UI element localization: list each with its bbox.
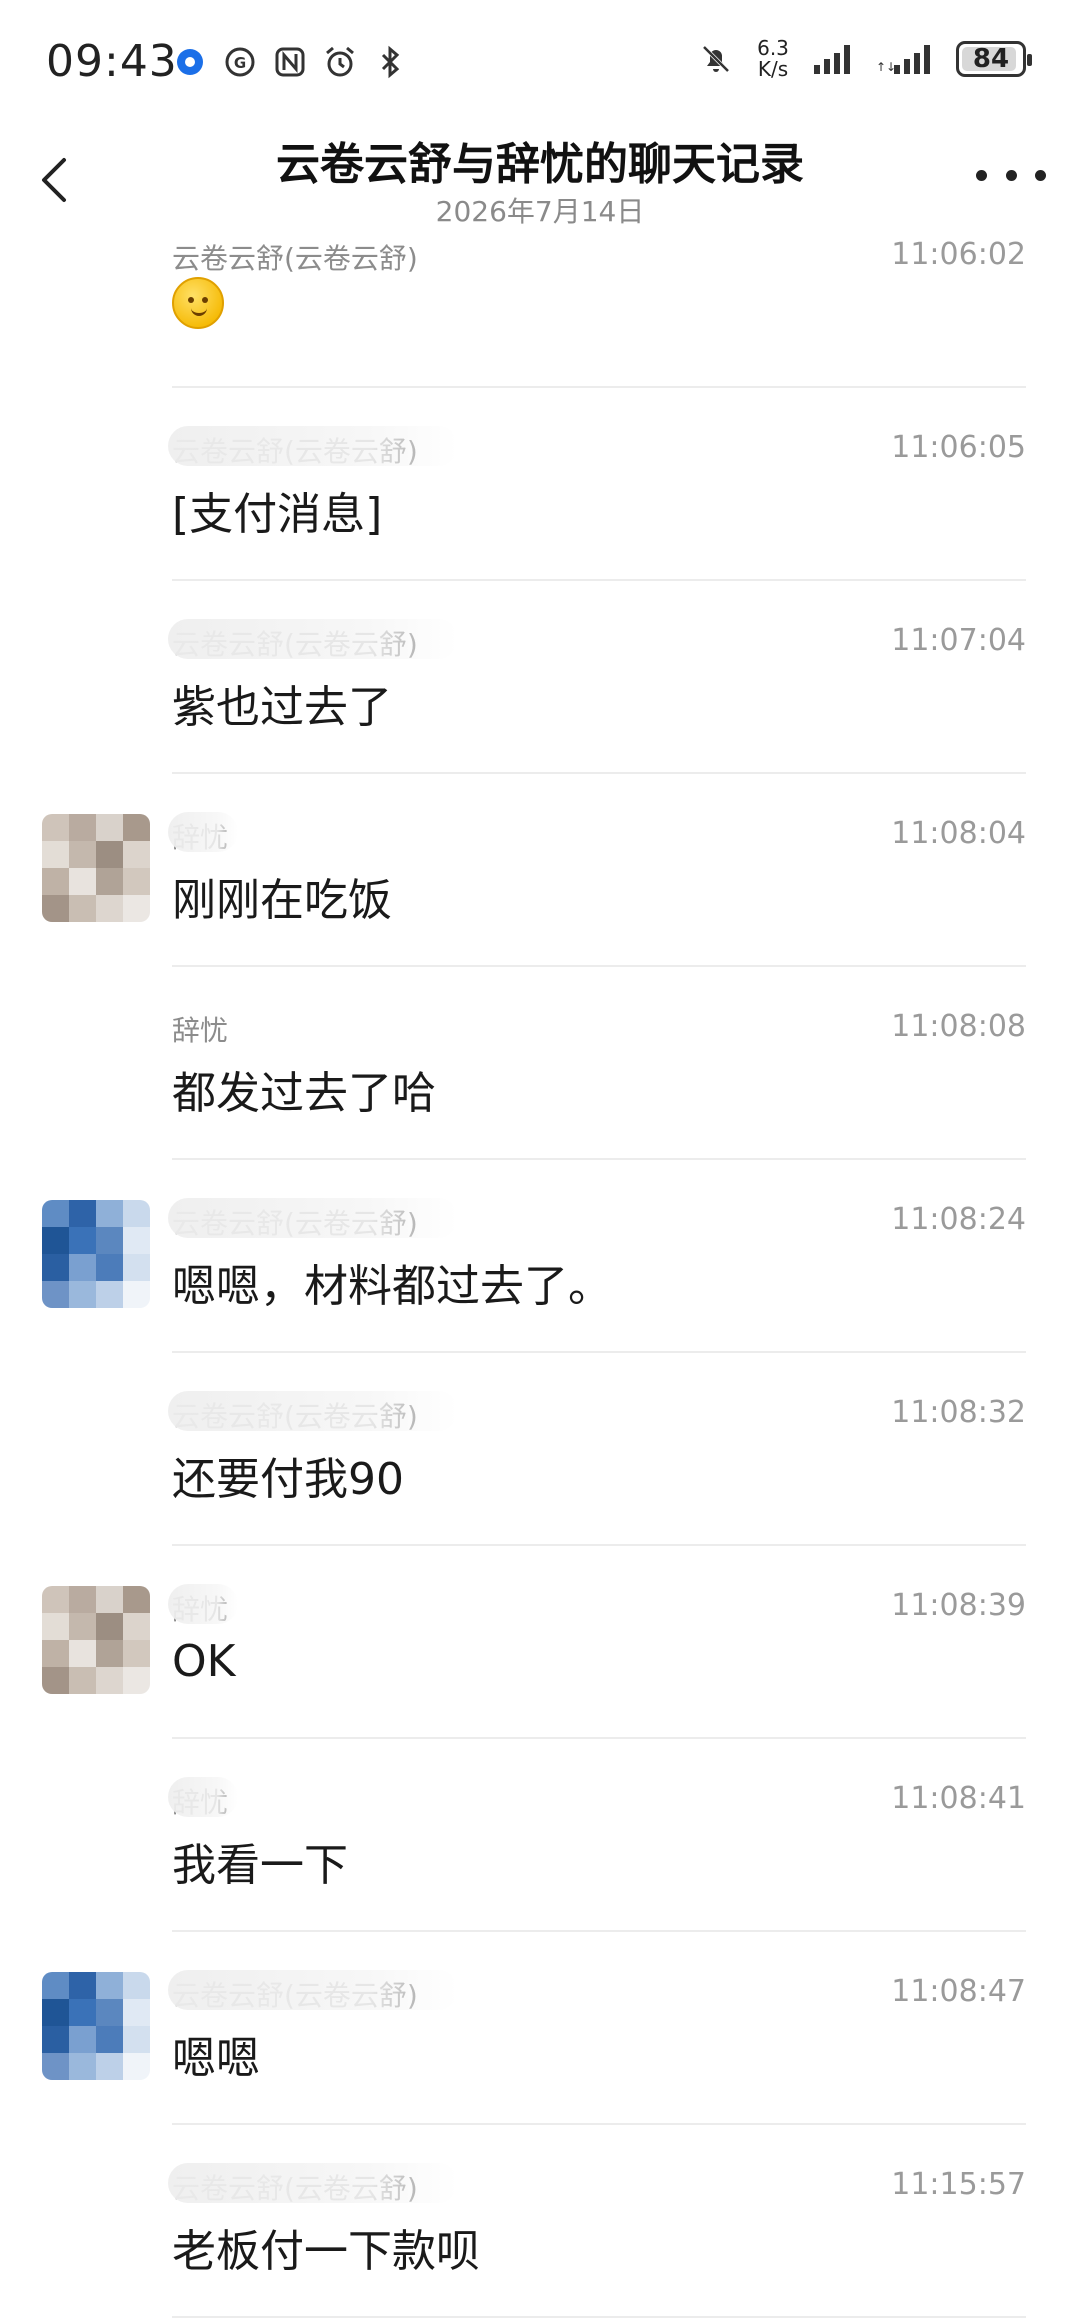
message-time: 11:08:41 <box>891 1781 1026 1816</box>
message-time: 11:08:39 <box>891 1588 1026 1623</box>
signal-icon <box>814 45 850 74</box>
message-text: 老板付一下款呗 <box>172 2226 480 2277</box>
message-text: 紫也过去了 <box>172 682 392 733</box>
message-text: 嗯嗯 <box>172 2033 260 2084</box>
sender-name-mosaic <box>168 426 458 466</box>
network-speed-value: 6.3 <box>757 36 789 60</box>
message-time: 11:08:04 <box>891 816 1026 851</box>
message-body: 云卷云舒(云卷云舒)11:08:47嗯嗯 <box>168 1932 1026 2125</box>
sender-avatar[interactable] <box>42 1586 150 1694</box>
message-sender: 辞忧 <box>172 1014 229 1047</box>
message-item[interactable]: 云卷云舒(云卷云舒)11:07:04紫也过去了 <box>0 581 1080 774</box>
message-body: 辞忧11:08:41我看一下 <box>168 1739 1026 1932</box>
message-time: 11:06:05 <box>891 430 1026 465</box>
message-time: 11:08:47 <box>891 1974 1026 2009</box>
sender-name-mosaic <box>168 812 238 852</box>
message-body: 云卷云舒(云卷云舒) 11:06:02 <box>172 235 1026 388</box>
chat-history-header: 云卷云舒与辞忧的聊天记录 2026年7月14日 <box>0 120 1080 235</box>
message-body: 云卷云舒(云卷云舒)11:08:32还要付我90 <box>168 1353 1026 1546</box>
network-speed-unit: K/s <box>757 57 789 81</box>
nfc-icon <box>275 47 305 77</box>
status-time: 09:43 <box>46 36 178 87</box>
message-body: 辞忧 11:08:08 都发过去了哈 <box>172 967 1026 1160</box>
message-time: 11:15:57 <box>891 2167 1026 2202</box>
message-text: OK <box>172 1636 236 1687</box>
message-time: 11:07:04 <box>891 623 1026 658</box>
mute-icon <box>702 45 730 73</box>
message-text: 还要付我90 <box>172 1454 404 1505</box>
message-text: 都发过去了哈 <box>172 1068 436 1119</box>
message-body: 云卷云舒(云卷云舒)11:08:24嗯嗯，材料都过去了。 <box>168 1160 1026 1353</box>
message-text: 我看一下 <box>172 1840 348 1891</box>
message-text: [支付消息] <box>172 489 383 540</box>
alarm-icon <box>326 46 354 77</box>
message-item[interactable]: 云卷云舒(云卷云舒)11:08:47嗯嗯 <box>0 1932 1080 2125</box>
more-options-icon[interactable] <box>976 160 1046 190</box>
network-speed: 6.3 K/s <box>752 38 794 80</box>
page-title: 云卷云舒与辞忧的聊天记录 <box>276 139 804 190</box>
status-bar: 09:43 G 6.3 K/s ↑↓ 84 <box>0 0 1080 120</box>
message-item[interactable]: 云卷云舒(云卷云舒)11:08:24嗯嗯，材料都过去了。 <box>0 1160 1080 1353</box>
message-body: 云卷云舒(云卷云舒)11:06:05[支付消息] <box>168 388 1026 581</box>
message-body: 辞忧11:08:04刚刚在吃饭 <box>168 774 1026 967</box>
message-time: 11:08:24 <box>891 1202 1026 1237</box>
svg-text:G: G <box>234 54 246 72</box>
message-time: 11:06:02 <box>891 237 1026 272</box>
status-icons-left: G <box>172 44 408 80</box>
message-item[interactable]: 辞忧11:08:04刚刚在吃饭 <box>0 774 1080 967</box>
data-saver-icon: G <box>225 47 255 77</box>
message-sender: 云卷云舒(云卷云舒) <box>172 242 418 275</box>
location-icon <box>177 49 203 75</box>
message-item[interactable]: 云卷云舒(云卷云舒) 11:06:02 <box>0 235 1080 388</box>
svg-text:↑↓: ↑↓ <box>876 60 896 74</box>
sender-avatar[interactable] <box>42 814 150 922</box>
sender-avatar[interactable] <box>42 1972 150 2080</box>
message-item[interactable]: 辞忧11:08:39OK <box>0 1546 1080 1739</box>
sender-name-mosaic <box>168 2163 458 2203</box>
message-item[interactable]: 云卷云舒(云卷云舒)11:08:32还要付我90 <box>0 1353 1080 1546</box>
message-item[interactable]: 辞忧 11:08:08 都发过去了哈 <box>0 967 1080 1160</box>
message-time: 11:08:08 <box>891 1009 1026 1044</box>
sender-name-mosaic <box>168 1391 458 1431</box>
message-text: 嗯嗯，材料都过去了。 <box>172 1261 612 1312</box>
sender-name-mosaic <box>168 1777 238 1817</box>
battery-indicator: 84 <box>956 41 1032 77</box>
battery-level: 84 <box>972 44 1010 74</box>
message-body: 辞忧11:08:39OK <box>168 1546 1026 1739</box>
sender-name-mosaic <box>168 1198 458 1238</box>
sender-avatar[interactable] <box>42 1200 150 1308</box>
status-icons-right: 6.3 K/s ↑↓ 84 <box>698 38 1032 80</box>
smile-emoji-icon <box>172 277 224 329</box>
bluetooth-icon <box>381 45 400 79</box>
message-item[interactable]: 云卷云舒(云卷云舒)11:06:05[支付消息] <box>0 388 1080 581</box>
sender-name-mosaic <box>168 619 458 659</box>
message-time: 11:08:32 <box>891 1395 1026 1430</box>
message-body: 云卷云舒(云卷云舒)11:15:57老板付一下款呗 <box>168 2125 1026 2318</box>
sender-name-mosaic <box>168 1584 238 1624</box>
sender-name-mosaic <box>168 1970 458 2010</box>
message-body: 云卷云舒(云卷云舒)11:07:04紫也过去了 <box>168 581 1026 774</box>
message-item[interactable]: 云卷云舒(云卷云舒)11:15:57老板付一下款呗 <box>0 2125 1080 2318</box>
message-text: 刚刚在吃饭 <box>172 875 392 926</box>
message-list[interactable]: 云卷云舒(云卷云舒) 11:06:02云卷云舒(云卷云舒) 11:06:05 [支付消… <box>0 235 1080 2324</box>
page-subtitle-date: 2026年7月14日 <box>435 195 645 228</box>
signal-icon-2: ↑↓ <box>876 45 930 74</box>
message-item[interactable]: 辞忧11:08:41我看一下 <box>0 1739 1080 1932</box>
